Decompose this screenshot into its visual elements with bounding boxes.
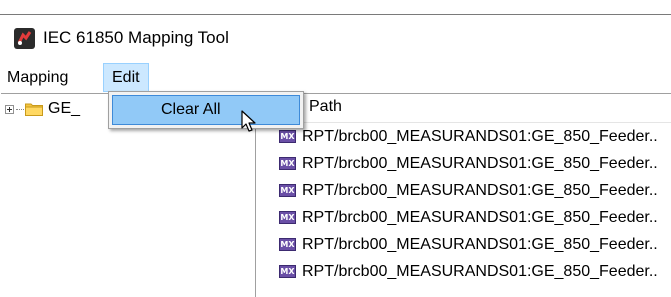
mx-icon: MX [279, 211, 296, 224]
mx-icon: MX [279, 238, 296, 251]
list-item-path: RPT/brcb00_MEASURANDS01:GE_850_Feeder.. [302, 127, 658, 145]
expand-icon[interactable] [5, 104, 14, 114]
folder-icon [25, 102, 43, 116]
tree-item-label: GE_ [48, 100, 81, 117]
list-item[interactable]: MX RPT/brcb00_MEASURANDS01:GE_850_Feeder… [256, 177, 671, 204]
mx-icon: MX [279, 130, 296, 143]
edit-dropdown-menu: Clear All [108, 91, 304, 129]
mx-icon: MX [279, 157, 296, 170]
menu-bar: Mapping Edit [0, 63, 671, 92]
main-content: GE_ Path MX RPT/brcb00_MEASURANDS01:GE_8… [1, 93, 671, 297]
list-item[interactable]: MX RPT/brcb00_MEASURANDS01:GE_850_Feeder… [256, 204, 671, 231]
menu-edit[interactable]: Edit [103, 63, 149, 92]
list-item-path: RPT/brcb00_MEASURANDS01:GE_850_Feeder.. [302, 181, 658, 199]
list-pane[interactable]: Path MX RPT/brcb00_MEASURANDS01:GE_850_F… [256, 94, 671, 297]
list-rows: MX RPT/brcb00_MEASURANDS01:GE_850_Feeder… [256, 123, 671, 285]
list-item[interactable]: MX RPT/brcb00_MEASURANDS01:GE_850_Feeder… [256, 123, 671, 150]
title-bar: IEC 61850 Mapping Tool [0, 15, 671, 62]
list-item-path: RPT/brcb00_MEASURANDS01:GE_850_Feeder.. [302, 208, 658, 226]
mx-icon: MX [279, 184, 296, 197]
tree-connector [16, 108, 24, 110]
app-logo-icon [14, 28, 35, 49]
column-header-path[interactable]: Path [309, 98, 342, 116]
mx-icon: MX [279, 265, 296, 278]
list-item-path: RPT/brcb00_MEASURANDS01:GE_850_Feeder.. [302, 262, 658, 280]
menu-mapping[interactable]: Mapping [1, 63, 74, 92]
list-item-path: RPT/brcb00_MEASURANDS01:GE_850_Feeder.. [302, 154, 658, 172]
window-title: IEC 61850 Mapping Tool [43, 28, 229, 47]
list-item-path: RPT/brcb00_MEASURANDS01:GE_850_Feeder.. [302, 235, 658, 253]
list-item[interactable]: MX RPT/brcb00_MEASURANDS01:GE_850_Feeder… [256, 150, 671, 177]
clear-all-label: Clear All [161, 101, 221, 118]
tree-item[interactable]: GE_ [5, 99, 80, 119]
list-item[interactable]: MX RPT/brcb00_MEASURANDS01:GE_850_Feeder… [256, 231, 671, 258]
mouse-pointer-icon [241, 110, 257, 139]
list-header[interactable]: Path [256, 94, 671, 123]
app-window: IEC 61850 Mapping Tool Mapping Edit GE_ … [0, 14, 671, 297]
list-item[interactable]: MX RPT/brcb00_MEASURANDS01:GE_850_Feeder… [256, 258, 671, 285]
clear-all-menu-item[interactable]: Clear All [112, 95, 300, 125]
